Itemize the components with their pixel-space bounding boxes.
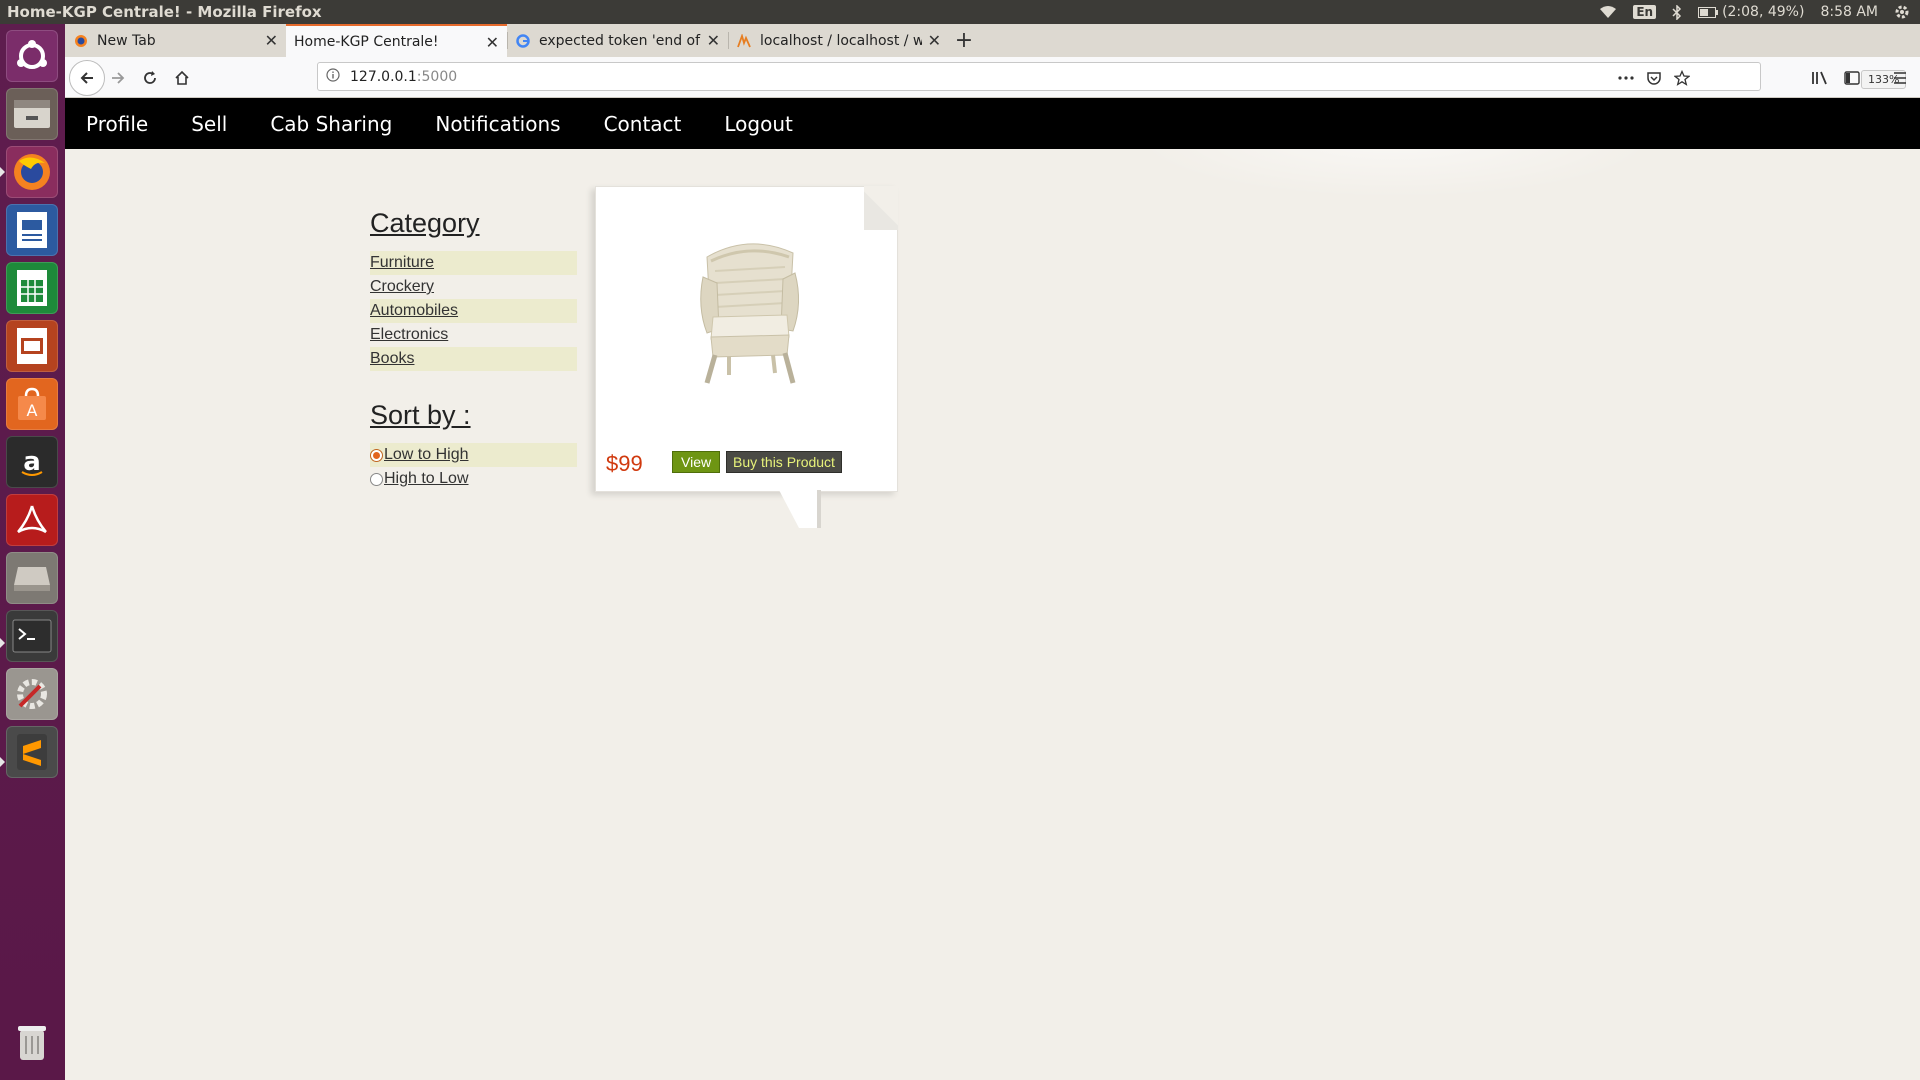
tab-new-tab[interactable]: New Tab ✕ xyxy=(65,24,286,57)
pdf-reader-icon[interactable] xyxy=(6,494,58,546)
nav-cab-sharing-link[interactable]: Cab Sharing xyxy=(270,112,392,136)
unity-launcher: A a xyxy=(0,24,66,1080)
category-link-automobiles[interactable]: Automobiles xyxy=(370,299,577,323)
battery-icon xyxy=(1698,6,1719,18)
impress-icon[interactable] xyxy=(6,320,58,372)
hamburger-menu-icon[interactable] xyxy=(1887,65,1913,91)
forward-button[interactable] xyxy=(105,65,131,91)
writer-icon[interactable] xyxy=(6,204,58,256)
trash-icon[interactable] xyxy=(6,1016,58,1068)
system-settings-icon[interactable] xyxy=(6,668,58,720)
tab-label: Home-KGP Centrale! xyxy=(294,34,439,50)
browser-navigation-bar: 127.0.0.1:5000 133% xyxy=(65,57,1920,98)
sort-radio-high-to-low[interactable] xyxy=(370,472,383,486)
firefox-icon[interactable] xyxy=(6,146,58,198)
browser-tab-strip: New Tab ✕ Home-KGP Centrale! ✕ expected … xyxy=(65,24,1920,58)
sort-option-label[interactable]: Low to High xyxy=(384,446,469,464)
svg-text:A: A xyxy=(27,401,38,420)
firefox-favicon-icon xyxy=(73,33,89,49)
amazon-icon[interactable]: a xyxy=(6,436,58,488)
svg-text:a: a xyxy=(23,447,41,477)
tab-localhost-phpmyadmin[interactable]: localhost / localhost / w ✕ xyxy=(728,24,949,57)
software-center-icon[interactable]: A xyxy=(6,378,58,430)
keyboard-layout-indicator[interactable]: En xyxy=(1633,5,1657,19)
window-title: Home-KGP Centrale! - Mozilla Firefox xyxy=(7,3,322,21)
terminal-icon[interactable] xyxy=(6,610,58,662)
clock[interactable]: 8:58 AM xyxy=(1820,4,1878,20)
library-icon[interactable] xyxy=(1807,65,1833,91)
web-page: Profile Sell Cab Sharing Notifications C… xyxy=(65,98,1920,1080)
gear-icon[interactable] xyxy=(1894,4,1910,20)
wifi-icon[interactable] xyxy=(1599,5,1617,19)
product-image-wicker-chair[interactable] xyxy=(689,237,813,387)
google-favicon-icon xyxy=(515,33,531,49)
running-indicator xyxy=(0,757,5,767)
sidebar-toggle-icon[interactable] xyxy=(1839,65,1865,91)
battery-text: (2:08, 49%) xyxy=(1722,4,1805,20)
sort-radio-low-to-high[interactable] xyxy=(370,448,383,462)
system-tray: En (2:08, 49%) 8:58 AM xyxy=(1599,4,1920,20)
new-tab-button[interactable]: + xyxy=(949,24,979,57)
pocket-icon[interactable] xyxy=(1641,65,1667,91)
calc-icon[interactable] xyxy=(6,262,58,314)
tab-label: localhost / localhost / w xyxy=(760,32,922,49)
nav-notifications-link[interactable]: Notifications xyxy=(435,112,560,136)
close-icon[interactable]: ✕ xyxy=(928,31,941,50)
tab-home-kgp-centrale[interactable]: Home-KGP Centrale! ✕ xyxy=(286,24,507,58)
tab-label: expected token 'end of xyxy=(539,32,701,49)
card-tail-shadow xyxy=(817,490,821,528)
running-indicator xyxy=(0,167,5,177)
url-bar[interactable]: 127.0.0.1:5000 133% xyxy=(317,62,1907,91)
close-icon[interactable]: ✕ xyxy=(265,31,278,50)
reload-button[interactable] xyxy=(137,65,163,91)
category-link-electronics[interactable]: Electronics xyxy=(370,323,577,347)
bluetooth-icon[interactable] xyxy=(1672,4,1682,20)
bookmark-star-icon[interactable] xyxy=(1669,65,1695,91)
system-top-bar: Home-KGP Centrale! - Mozilla Firefox En … xyxy=(0,0,1920,24)
sublime-text-icon[interactable] xyxy=(6,726,58,778)
site-info-icon[interactable] xyxy=(326,67,340,86)
category-link-crockery[interactable]: Crockery xyxy=(370,275,577,299)
filter-sidebar: Category Furniture Crockery Automobiles … xyxy=(370,208,577,491)
view-product-button[interactable]: View xyxy=(672,451,721,473)
url-host: 127.0.0.1 xyxy=(350,68,417,85)
sort-option-low-to-high[interactable]: Low to High xyxy=(370,443,577,467)
files-icon[interactable] xyxy=(6,88,58,140)
buy-product-button[interactable]: Buy this Product xyxy=(726,451,842,473)
disk-icon[interactable] xyxy=(6,552,58,604)
product-price: $99 xyxy=(606,451,643,476)
product-card: $99 View Buy this Product xyxy=(595,186,898,528)
page-actions-menu-icon[interactable] xyxy=(1613,65,1639,91)
tab-expected-token[interactable]: expected token 'end of ✕ xyxy=(507,24,728,57)
category-link-furniture[interactable]: Furniture xyxy=(370,251,577,275)
site-nav-bar: Profile Sell Cab Sharing Notifications C… xyxy=(65,98,1920,149)
sort-option-label[interactable]: High to Low xyxy=(384,470,469,488)
ubuntu-dash-icon[interactable] xyxy=(6,30,58,82)
nav-contact-link[interactable]: Contact xyxy=(604,112,682,136)
tab-label: New Tab xyxy=(97,32,156,49)
nav-sell-link[interactable]: Sell xyxy=(191,112,227,136)
category-heading: Category xyxy=(370,208,480,238)
url-port: :5000 xyxy=(416,68,458,85)
card-speech-tail xyxy=(779,490,821,528)
nav-logout-link[interactable]: Logout xyxy=(724,112,792,136)
category-link-books[interactable]: Books xyxy=(370,347,577,371)
close-icon[interactable]: ✕ xyxy=(486,33,499,52)
card-folded-corner xyxy=(864,186,898,230)
nav-profile-link[interactable]: Profile xyxy=(86,112,148,136)
home-button[interactable] xyxy=(169,65,195,91)
close-icon[interactable]: ✕ xyxy=(707,31,720,50)
running-indicator xyxy=(0,638,5,648)
sort-heading: Sort by : xyxy=(370,400,471,430)
battery-indicator[interactable]: (2:08, 49%) xyxy=(1698,4,1804,20)
phpmyadmin-favicon-icon xyxy=(736,33,752,49)
sort-option-high-to-low[interactable]: High to Low xyxy=(370,467,577,491)
back-button[interactable] xyxy=(69,60,105,96)
